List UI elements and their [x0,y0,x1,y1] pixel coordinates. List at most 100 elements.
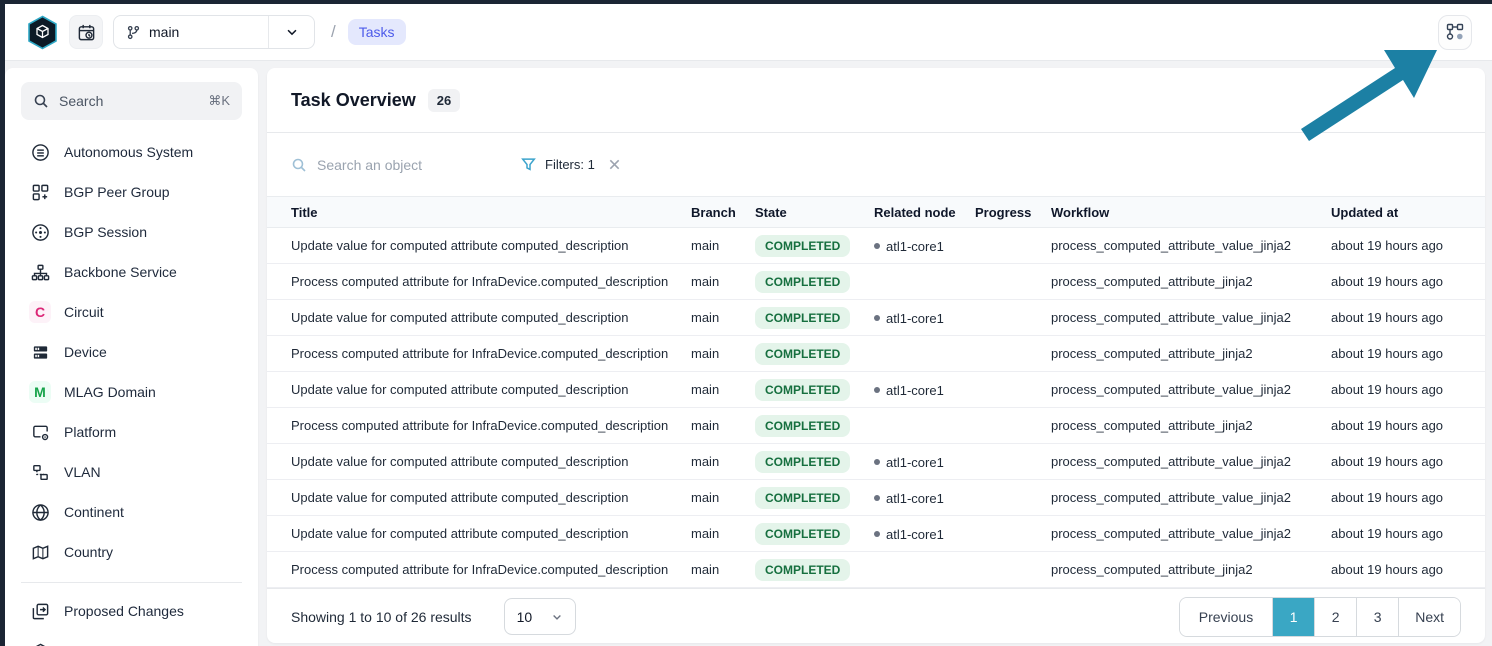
task-workflow: process_computed_attribute_value_jinja2 [1051,228,1331,264]
branch-selector-dropdown-toggle[interactable] [268,16,314,48]
task-updated-at: about 19 hours ago [1331,336,1485,372]
state-badge: COMPLETED [755,451,850,473]
related-node-name: atl1-core1 [886,239,944,254]
sidebar-item[interactable]: Backbone Service [21,252,242,292]
state-badge: COMPLETED [755,343,850,365]
task-overview-panel: Task Overview 26 Filters: 1 Title B [267,68,1485,643]
filter-bar: Filters: 1 [267,133,1485,196]
pagination-previous-button[interactable]: Previous [1180,598,1272,636]
sidebar-item[interactable]: Device [21,332,242,372]
task-row[interactable]: Process computed attribute for InfraDevi… [267,336,1485,372]
branch-name: main [149,24,179,40]
sidebar-item[interactable]: Object Management [21,631,242,646]
col-workflow: Workflow [1051,197,1331,228]
task-workflow: process_computed_attribute_jinja2 [1051,408,1331,444]
task-row[interactable]: Update value for computed attribute comp… [267,300,1485,336]
infrahub-logo[interactable] [25,14,59,50]
task-row[interactable]: Update value for computed attribute comp… [267,444,1485,480]
chevron-down-icon [551,611,563,623]
filters-control[interactable]: Filters: 1 [521,157,621,172]
node-dot-icon [874,315,880,321]
object-search-input[interactable] [317,157,477,173]
page-size-value: 10 [517,609,533,625]
task-updated-at: about 19 hours ago [1331,228,1485,264]
breadcrumb-current-tasks[interactable]: Tasks [348,19,406,45]
col-progress: Progress [975,197,1051,228]
tasks-table: Title Branch State Related node Progress… [267,196,1485,588]
task-workflow: process_computed_attribute_value_jinja2 [1051,372,1331,408]
page-title: Task Overview [291,90,416,111]
task-progress [975,516,1051,552]
task-row[interactable]: Update value for computed attribute comp… [267,228,1485,264]
task-progress [975,300,1051,336]
task-progress [975,552,1051,588]
sidebar-item-label: Proposed Changes [64,603,184,619]
schema-graph-icon [1446,23,1464,41]
git-branch-icon [126,25,141,40]
schema-visualizer-button[interactable] [1438,15,1472,50]
task-branch: main [691,516,755,552]
task-title: Process computed attribute for InfraDevi… [267,264,691,300]
related-node-name: atl1-core1 [886,527,944,542]
col-state: State [755,197,874,228]
task-title: Process computed attribute for InfraDevi… [267,336,691,372]
task-row[interactable]: Process computed attribute for InfraDevi… [267,408,1485,444]
task-row[interactable]: Update value for computed attribute comp… [267,372,1485,408]
search-icon [33,93,49,109]
task-row[interactable]: Process computed attribute for InfraDevi… [267,552,1485,588]
task-updated-at: about 19 hours ago [1331,480,1485,516]
sidebar-item[interactable]: BGP Session [21,212,242,252]
tasks-table-header: Title Branch State Related node Progress… [267,197,1485,228]
task-branch: main [691,336,755,372]
task-branch: main [691,264,755,300]
task-workflow: process_computed_attribute_value_jinja2 [1051,444,1331,480]
col-branch: Branch [691,197,755,228]
sidebar-item[interactable]: M MLAG Domain [21,372,242,412]
related-node-name: atl1-core1 [886,491,944,506]
state-badge: COMPLETED [755,235,850,257]
node-dot-icon [874,459,880,465]
task-row[interactable]: Update value for computed attribute comp… [267,516,1485,552]
task-title: Process computed attribute for InfraDevi… [267,408,691,444]
pagination-page-button[interactable]: 3 [1356,598,1398,636]
task-row[interactable]: Process computed attribute for InfraDevi… [267,264,1485,300]
sidebar-item[interactable]: C Circuit [21,292,242,332]
task-title: Update value for computed attribute comp… [267,444,691,480]
device-icon [29,341,51,363]
funnel-icon [521,157,536,172]
time-travel-button[interactable] [69,15,103,49]
page-size-select[interactable]: 10 [504,598,576,635]
pagination-next-button[interactable]: Next [1398,598,1460,636]
sidebar-item[interactable]: VLAN [21,452,242,492]
sidebar-item[interactable]: Continent [21,492,242,532]
sidebar-item[interactable]: Country [21,532,242,572]
sidebar-item[interactable]: BGP Peer Group [21,172,242,212]
sidebar: Search ⌘K Autonomous System BGP Peer Gro… [5,68,258,646]
task-title: Update value for computed attribute comp… [267,300,691,336]
task-progress [975,444,1051,480]
bgp-peer-group-icon [29,181,51,203]
sidebar-search-placeholder: Search [59,93,198,109]
sidebar-search[interactable]: Search ⌘K [21,82,242,120]
pagination-page-button[interactable]: 2 [1314,598,1356,636]
sidebar-divider [21,582,242,583]
branch-selector-value[interactable]: main [114,16,268,48]
sidebar-item[interactable]: Autonomous System [21,132,242,172]
sidebar-item-label: BGP Session [64,224,147,240]
task-title: Update value for computed attribute comp… [267,372,691,408]
sidebar-item-label: Circuit [64,304,104,320]
sidebar-item-label: Device [64,344,107,360]
task-row[interactable]: Update value for computed attribute comp… [267,480,1485,516]
sidebar-nav: Autonomous System BGP Peer Group BGP Ses… [21,132,242,572]
clear-filters-icon[interactable] [608,158,621,171]
sidebar-item[interactable]: Proposed Changes [21,591,242,631]
pagination-page-button[interactable]: 1 [1272,598,1314,636]
state-badge: COMPLETED [755,559,850,581]
filters-label: Filters: 1 [545,157,595,172]
sidebar-item-label: Backbone Service [64,264,177,280]
task-count-badge: 26 [428,89,460,112]
node-dot-icon [874,243,880,249]
task-updated-at: about 19 hours ago [1331,444,1485,480]
sidebar-item[interactable]: Platform [21,412,242,452]
task-branch: main [691,480,755,516]
